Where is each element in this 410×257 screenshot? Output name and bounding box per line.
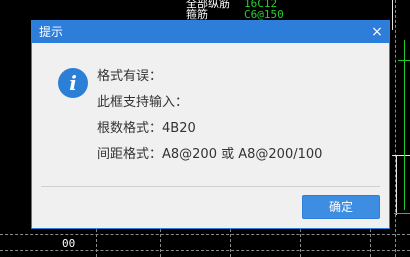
info-icon: i [58, 68, 88, 98]
message-line-count-format: 根数格式：4B20 [97, 121, 196, 136]
close-button[interactable]: × [368, 23, 386, 41]
dialog-title-bar[interactable]: 提示 × [32, 21, 389, 43]
cad-bottom-text: 00 [62, 237, 76, 250]
cad-dashed-line [96, 229, 97, 257]
message-line-format-error: 格式有误： [97, 69, 163, 84]
cad-dashed-line [395, 0, 396, 257]
cad-rebar-line [404, 40, 405, 210]
cad-wall-line [392, 155, 410, 156]
message-line-spacing-format: 间距格式：A8@200 或 A8@200/100 [97, 147, 323, 162]
message-dialog: 提示 × i 格式有误： 此框支持输入： 根数格式：4B20 间距格式：A8@2… [31, 20, 390, 229]
cad-dashed-line [0, 250, 410, 251]
cad-dashed-line [370, 229, 371, 257]
cad-rebar-line [398, 60, 410, 61]
ok-button[interactable]: 确定 [302, 195, 380, 219]
dialog-title: 提示 [39, 25, 64, 39]
dialog-separator [41, 186, 380, 187]
cad-dashed-line [230, 229, 231, 257]
cad-wall-line [392, 0, 393, 30]
message-line-supported-input: 此框支持输入： [97, 95, 189, 110]
cad-dashed-line [300, 229, 301, 257]
cad-wall-line [396, 155, 397, 215]
cad-dashed-line [160, 229, 161, 257]
close-icon: × [371, 24, 383, 40]
cad-rebar-line [394, 213, 410, 214]
cad-dashed-line [0, 234, 410, 235]
